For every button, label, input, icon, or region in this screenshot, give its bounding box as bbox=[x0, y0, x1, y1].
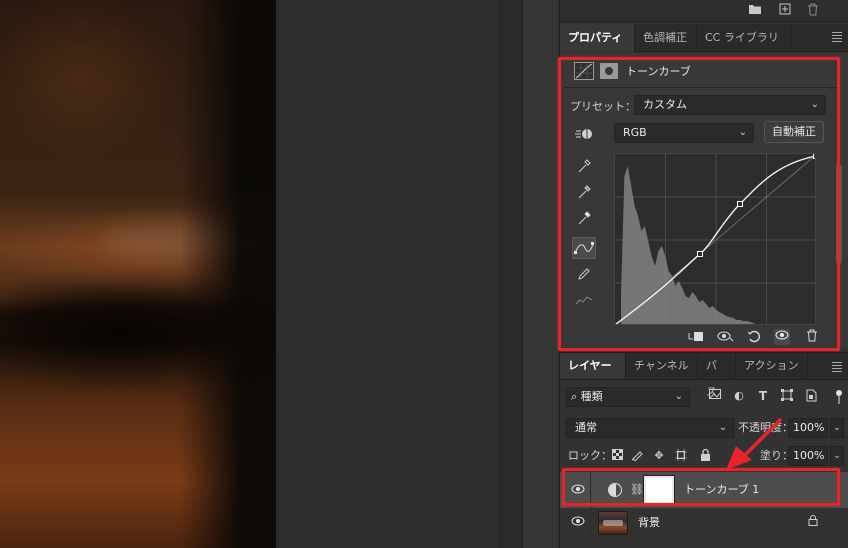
tab-cc-libraries[interactable]: CC ライブラリ bbox=[697, 24, 791, 52]
filter-adjustment-icon[interactable]: ◐ bbox=[732, 389, 746, 403]
canvas-pasteboard bbox=[276, 0, 500, 548]
fill-dropdown-icon[interactable]: ⌄ bbox=[830, 446, 844, 466]
layer-name[interactable]: 背景 bbox=[638, 506, 660, 540]
layer-filter-row: ⌕ 種類 ⌄ ◐ T bbox=[560, 384, 848, 410]
tab-channels[interactable]: チャンネル bbox=[626, 353, 698, 379]
lock-row: ロック： ✥ 塗り： 100% ⌄ bbox=[560, 444, 848, 468]
fill-input[interactable]: 100% bbox=[788, 446, 828, 466]
eye-icon[interactable] bbox=[570, 514, 586, 530]
lock-position-icon[interactable]: ✥ bbox=[652, 449, 666, 463]
photo-edge-shadow bbox=[180, 0, 276, 548]
highlight-box-layer bbox=[562, 468, 840, 506]
filter-value: 種類 bbox=[580, 390, 603, 403]
lock-label: ロック： bbox=[568, 449, 612, 462]
layers-tabbar: レイヤー チャンネル パス アクション bbox=[560, 352, 848, 398]
lock-artboard-icon[interactable] bbox=[674, 449, 688, 463]
filter-pixel-icon[interactable] bbox=[708, 389, 722, 403]
blend-mode-select[interactable]: 通常 ⌄ bbox=[566, 418, 734, 438]
trash-icon[interactable] bbox=[806, 3, 820, 17]
panel-menu-icon[interactable] bbox=[832, 32, 842, 42]
blend-mode-value: 通常 bbox=[575, 421, 597, 434]
image-canvas[interactable] bbox=[0, 0, 276, 548]
opacity-input[interactable]: 100% bbox=[788, 418, 828, 438]
filter-toggle-switch[interactable] bbox=[835, 390, 843, 404]
properties-body: トーンカーブ プリセット： カスタム ⌄ RGB ⌄ 自動補正 bbox=[558, 53, 848, 351]
lock-icon bbox=[806, 515, 820, 531]
tab-layers[interactable]: レイヤー bbox=[560, 353, 626, 379]
tab-paths[interactable]: パス bbox=[698, 353, 736, 398]
chevron-down-icon: ⌄ bbox=[674, 391, 683, 402]
collapsed-dock bbox=[522, 0, 560, 548]
layer-thumbnail[interactable] bbox=[598, 511, 628, 535]
filter-kind-select[interactable]: ⌕ 種類 ⌄ bbox=[566, 387, 690, 407]
layer-row[interactable]: 背景 bbox=[560, 506, 848, 540]
lock-image-pixels-icon[interactable] bbox=[630, 449, 644, 463]
filter-smart-object-icon[interactable] bbox=[804, 389, 818, 403]
properties-tabbar: プロパティ 色調補正 CC ライブラリ bbox=[560, 24, 848, 52]
panel-gutter bbox=[500, 0, 522, 548]
search-icon: ⌕ bbox=[571, 390, 581, 403]
blend-row: 通常 ⌄ 不透明度： 100% ⌄ bbox=[560, 416, 848, 440]
filter-shape-icon[interactable] bbox=[780, 389, 794, 403]
tab-actions[interactable]: アクション bbox=[736, 353, 808, 379]
lock-all-icon[interactable] bbox=[698, 448, 712, 463]
tab-properties[interactable]: プロパティ bbox=[560, 24, 635, 52]
opacity-dropdown-icon[interactable]: ⌄ bbox=[830, 418, 844, 438]
panel-top-toolbar bbox=[560, 0, 848, 22]
highlight-box-properties bbox=[558, 57, 840, 351]
tab-adjustments[interactable]: 色調補正 bbox=[635, 24, 697, 52]
annotation-arrow-icon bbox=[726, 418, 782, 470]
right-panel: プロパティ 色調補正 CC ライブラリ トーンカーブ プリセット： カスタム ⌄… bbox=[558, 0, 848, 548]
lock-transparent-pixels-icon[interactable] bbox=[610, 449, 624, 463]
panel-menu-icon[interactable] bbox=[832, 362, 842, 374]
folder-icon[interactable] bbox=[748, 3, 762, 17]
divider bbox=[590, 506, 591, 540]
new-layer-icon[interactable] bbox=[778, 3, 792, 17]
filter-type-icon[interactable]: T bbox=[756, 389, 770, 403]
